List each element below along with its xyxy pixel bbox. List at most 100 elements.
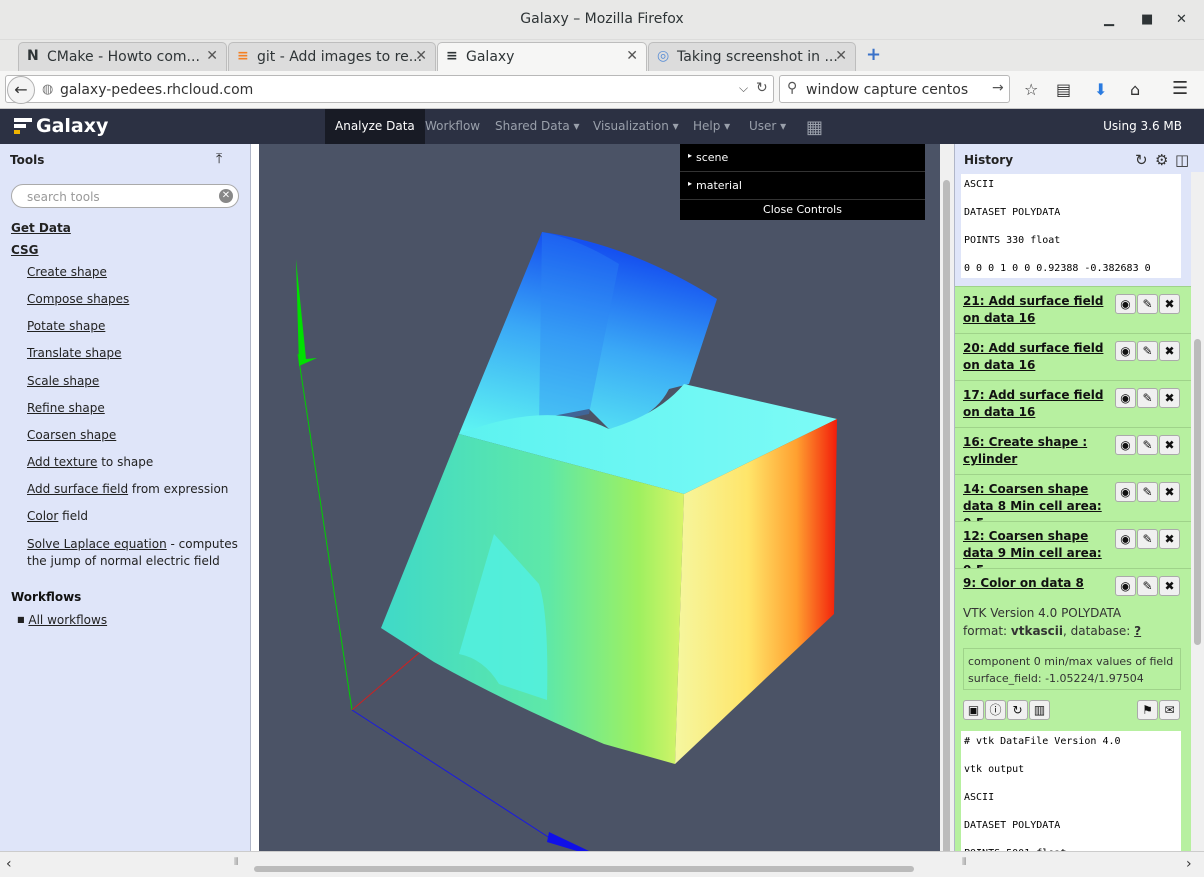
section-csg[interactable]: CSG — [11, 243, 39, 257]
menu-analyze-data[interactable]: Analyze Data — [325, 109, 425, 144]
dataset-title[interactable]: 20: Add surface field on data 16 — [963, 340, 1113, 374]
tool-create-shape[interactable]: Create shape — [27, 265, 107, 279]
new-tab-button[interactable]: + — [866, 44, 881, 65]
tool-refine-shape[interactable]: Refine shape — [27, 401, 105, 415]
search-go-icon[interactable]: → — [992, 80, 1004, 96]
visualize-icon[interactable]: ▥ — [1029, 700, 1050, 720]
pencil-icon[interactable]: ✎ — [1137, 294, 1158, 314]
delete-icon[interactable]: ✖ — [1159, 341, 1180, 361]
scrollbar-thumb[interactable] — [943, 180, 950, 860]
url-bar[interactable]: ◍ galaxy-pedees.rhcloud.com ⌵ ↻ — [5, 75, 774, 103]
close-tab-icon[interactable]: ✕ — [206, 48, 218, 64]
tool-potate-shape[interactable]: Potate shape — [27, 319, 105, 333]
pencil-icon[interactable]: ✎ — [1137, 576, 1158, 596]
maximize-icon[interactable]: ■ — [1141, 12, 1153, 27]
annotation-icon[interactable]: ✉ — [1159, 700, 1180, 720]
tool-add-surface-field[interactable]: Add surface field from expression — [27, 482, 228, 496]
delete-icon[interactable]: ✖ — [1159, 435, 1180, 455]
dataset-title[interactable]: 9: Color on data 8 — [963, 575, 1123, 592]
reload-icon[interactable]: ↻ — [756, 80, 768, 96]
tool-scale-shape[interactable]: Scale shape — [27, 374, 99, 388]
pencil-icon[interactable]: ✎ — [1137, 482, 1158, 502]
clear-search-icon[interactable]: ✕ — [219, 189, 233, 203]
galaxy-logo[interactable]: Galaxy — [14, 115, 108, 137]
menu-workflow[interactable]: Workflow — [425, 119, 480, 133]
info-icon[interactable]: ⓘ — [985, 700, 1006, 720]
menu-icon[interactable]: ☰ — [1172, 78, 1188, 99]
download-icon[interactable]: ⬇ — [1094, 80, 1107, 99]
dataset-21[interactable]: 21: Add surface field on data 16 ◉ ✎ ✖ — [955, 286, 1191, 333]
dataset-16[interactable]: 16: Create shape : cylinder ◉ ✎ ✖ — [955, 427, 1191, 474]
dataset-12[interactable]: 12: Coarsen shape data 9 Min cell area: … — [955, 521, 1191, 577]
eye-icon[interactable]: ◉ — [1115, 435, 1136, 455]
pencil-icon[interactable]: ✎ — [1137, 529, 1158, 549]
refresh-icon[interactable]: ↻ — [1135, 151, 1148, 169]
apps-grid-icon[interactable]: ▦ — [806, 117, 823, 138]
delete-icon[interactable]: ✖ — [1159, 388, 1180, 408]
close-tab-icon[interactable]: ✕ — [835, 48, 847, 64]
columns-icon[interactable]: ◫ — [1175, 151, 1189, 169]
menu-shared-data[interactable]: Shared Data ▾ — [495, 119, 580, 133]
section-get-data[interactable]: Get Data — [11, 221, 71, 235]
delete-icon[interactable]: ✖ — [1159, 576, 1180, 596]
tags-icon[interactable]: ⚑ — [1137, 700, 1158, 720]
control-scene[interactable]: ▸ scene — [680, 144, 925, 172]
delete-icon[interactable]: ✖ — [1159, 529, 1180, 549]
horizontal-scrollbar-thumb[interactable] — [254, 866, 914, 872]
tool-search-input[interactable]: search tools ✕ — [11, 184, 239, 208]
viewport-scrollbar[interactable] — [940, 144, 954, 860]
eye-icon[interactable]: ◉ — [1115, 388, 1136, 408]
dataset-title[interactable]: 16: Create shape : cylinder — [963, 434, 1113, 468]
menu-help[interactable]: Help ▾ — [693, 119, 730, 133]
3d-viewport[interactable] — [259, 144, 940, 851]
pencil-icon[interactable]: ✎ — [1137, 435, 1158, 455]
close-window-icon[interactable]: ✕ — [1176, 12, 1187, 27]
save-icon[interactable]: ▣ — [963, 700, 984, 720]
pencil-icon[interactable]: ✎ — [1137, 341, 1158, 361]
dataset-title[interactable]: 17: Add surface field on data 16 — [963, 387, 1113, 421]
dataset-20[interactable]: 20: Add surface field on data 16 ◉ ✎ ✖ — [955, 333, 1191, 380]
tool-coarsen-shape[interactable]: Coarsen shape — [27, 428, 116, 442]
tab-galaxy[interactable]: ≡ Galaxy ✕ — [437, 42, 647, 71]
close-tab-icon[interactable]: ✕ — [415, 48, 427, 64]
delete-icon[interactable]: ✖ — [1159, 482, 1180, 502]
minimize-icon[interactable]: ▁ — [1104, 12, 1114, 27]
all-workflows-link[interactable]: ■ All workflows — [17, 613, 107, 627]
close-tab-icon[interactable]: ✕ — [626, 48, 638, 64]
rerun-icon[interactable]: ↻ — [1007, 700, 1028, 720]
dropdown-arrow-icon[interactable]: ⌵ — [739, 81, 748, 96]
upload-icon[interactable]: ⤒ — [216, 151, 222, 167]
pencil-icon[interactable]: ✎ — [1137, 388, 1158, 408]
scrollbar-thumb[interactable] — [1194, 339, 1201, 645]
tool-solve-laplace[interactable]: Solve Laplace equation - computes — [27, 537, 238, 551]
eye-icon[interactable]: ◉ — [1115, 529, 1136, 549]
eye-icon[interactable]: ◉ — [1115, 482, 1136, 502]
home-icon[interactable]: ⌂ — [1130, 80, 1140, 99]
back-button[interactable]: ← — [7, 76, 35, 104]
delete-icon[interactable]: ✖ — [1159, 294, 1180, 314]
menu-visualization[interactable]: Visualization ▾ — [593, 119, 679, 133]
tool-color-field[interactable]: Color field — [27, 509, 88, 523]
reading-list-icon[interactable]: ▤ — [1056, 80, 1071, 99]
tool-translate-shape[interactable]: Translate shape — [27, 346, 122, 360]
search-bar[interactable]: ⚲ window capture centos → — [779, 75, 1010, 103]
dataset-title[interactable]: 21: Add surface field on data 16 — [963, 293, 1113, 327]
scroll-right-icon[interactable]: › — [1186, 856, 1192, 872]
tab-screenshot[interactable]: ◎ Taking screenshot in ... ✕ — [648, 42, 856, 71]
close-controls-button[interactable]: Close Controls — [680, 200, 925, 220]
tool-compose-shapes[interactable]: Compose shapes — [27, 292, 129, 306]
history-scrollbar[interactable] — [1191, 172, 1204, 851]
resize-grip-icon[interactable]: ⦀ — [962, 857, 966, 868]
tab-git[interactable]: ≡ git - Add images to re... ✕ — [228, 42, 436, 71]
scroll-left-icon[interactable]: ‹ — [6, 856, 12, 872]
eye-icon[interactable]: ◉ — [1115, 341, 1136, 361]
tab-cmake[interactable]: N CMake - Howto com... ✕ — [18, 42, 227, 71]
dataset-9-expanded[interactable]: 9: Color on data 8 ◉ ✎ ✖ VTK Version 4.0… — [955, 568, 1191, 859]
search-input[interactable]: window capture centos — [806, 82, 968, 98]
dataset-14[interactable]: 14: Coarsen shape data 8 Min cell area: … — [955, 474, 1191, 530]
eye-icon[interactable]: ◉ — [1115, 294, 1136, 314]
menu-user[interactable]: User ▾ — [749, 119, 786, 133]
control-material[interactable]: ▸ material — [680, 172, 925, 200]
eye-icon[interactable]: ◉ — [1115, 576, 1136, 596]
gear-icon[interactable]: ⚙ — [1155, 151, 1168, 169]
